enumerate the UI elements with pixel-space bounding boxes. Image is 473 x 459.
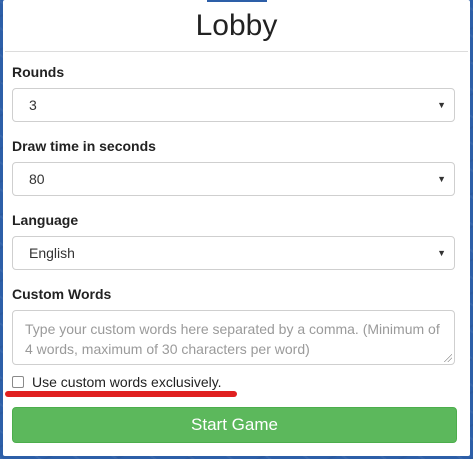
exclusive-checkbox-row[interactable]: Use custom words exclusively. [12, 372, 222, 392]
custom-words-label: Custom Words [12, 286, 112, 302]
language-select[interactable]: English ▼ [12, 236, 455, 270]
draw-time-label: Draw time in seconds [12, 138, 156, 154]
logo-fragment [206, 0, 267, 2]
caret-down-icon: ▼ [437, 100, 446, 110]
draw-time-field: Draw time in seconds 80 ▼ [12, 136, 455, 196]
resize-grip-icon[interactable] [444, 354, 452, 362]
caret-down-icon: ▼ [437, 248, 446, 258]
draw-time-value: 80 [29, 171, 45, 187]
rounds-select[interactable]: 3 ▼ [12, 88, 455, 122]
caret-down-icon: ▼ [437, 174, 446, 184]
language-value: English [29, 245, 75, 261]
red-annotation-underline [5, 391, 237, 397]
lobby-title: Lobby [5, 0, 468, 52]
rounds-field: Rounds 3 ▼ [12, 62, 455, 122]
exclusive-checkbox-label[interactable]: Use custom words exclusively. [32, 374, 222, 390]
exclusive-checkbox[interactable] [12, 376, 24, 388]
custom-words-field: Custom Words Type your custom words here… [12, 284, 455, 365]
language-label: Language [12, 212, 79, 228]
start-game-button[interactable]: Start Game [12, 407, 457, 443]
custom-words-textarea[interactable]: Type your custom words here separated by… [12, 310, 455, 365]
language-field: Language English ▼ [12, 210, 455, 270]
draw-time-select[interactable]: 80 ▼ [12, 162, 455, 196]
rounds-label: Rounds [12, 64, 65, 80]
rounds-value: 3 [29, 97, 37, 113]
custom-words-placeholder: Type your custom words here separated by… [25, 321, 440, 357]
